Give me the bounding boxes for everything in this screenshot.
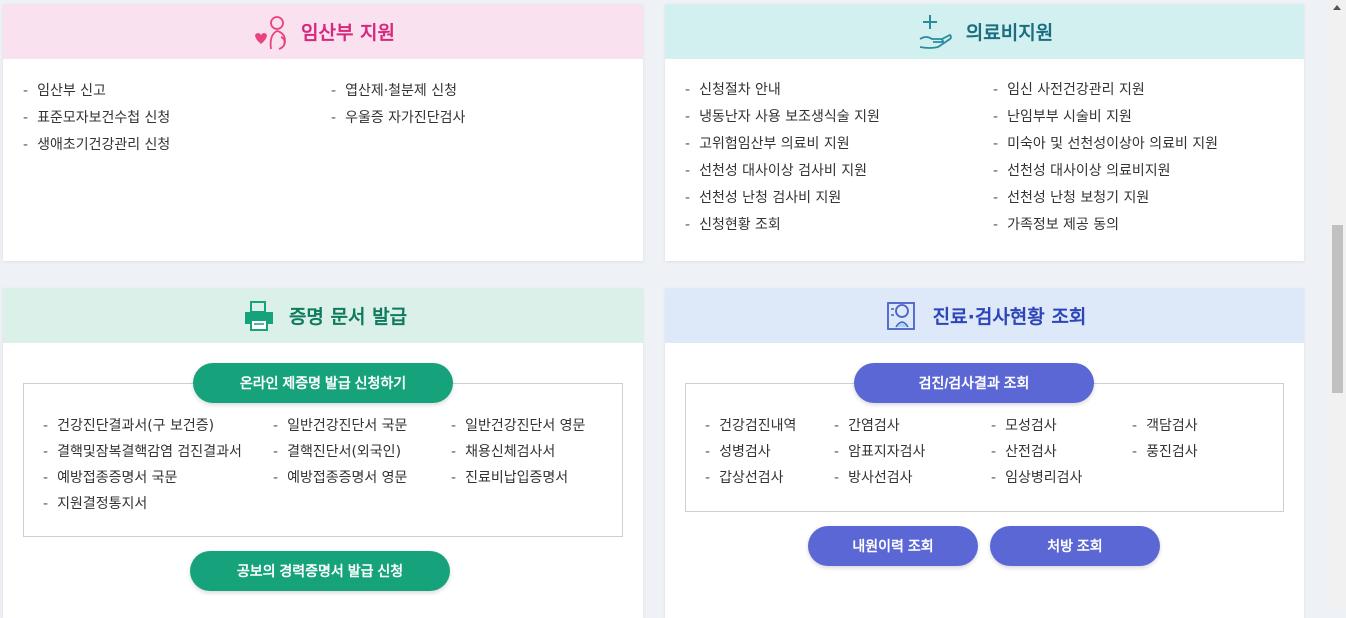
list-item-link[interactable]: 냉동난자 사용 보조생식술 지원 [685,104,880,131]
certificate-list-col3: 일반건강진단서 영문채용신체검사서진료비납입증명서 [451,413,585,491]
list-item-link[interactable]: 선천성 난청 검사비 지원 [685,185,880,212]
list-item-link[interactable]: 갑상선검사 [705,465,796,491]
list-item-link[interactable]: 가족정보 제공 동의 [993,212,1218,239]
list-item-link[interactable]: 일반건강진단서 국문 [273,413,407,439]
list-item-link[interactable]: 풍진검사 [1132,439,1198,465]
card-title: 증명 문서 발급 [288,306,408,328]
list-item-link[interactable]: 임산부 신고 [23,78,170,105]
certificate-list-col2: 일반건강진단서 국문결핵진단서(외국인)예방접종증명서 영문 [273,413,407,491]
list-item-link[interactable]: 건강검진내역 [705,413,796,439]
document-search-icon [883,296,923,336]
checkup-results-query-button[interactable]: 검진/검사결과 조회 [854,363,1094,403]
list-item-link[interactable]: 선천성 난청 보청기 지원 [993,185,1218,212]
printer-icon [239,296,279,336]
list-item-link[interactable]: 우울증 자가진단검사 [331,105,465,132]
list-item-link[interactable]: 모성검사 [991,413,1082,439]
medical-support-card: 의료비지원 신청절차 안내냉동난자 사용 보조생식술 지원고위험임산부 의료비 … [665,4,1304,261]
exam-results-card: 진료·검사현황 조회 검진/검사결과 조회 건강검진내역성병검사갑상선검사 간염… [665,288,1304,618]
exam-list-col4: 객담검사풍진검사 [1132,413,1198,465]
scroll-up-arrow-icon[interactable] [1333,5,1341,10]
list-item-link[interactable]: 표준모자보건수첩 신청 [23,105,170,132]
list-item-link[interactable]: 선천성 대사이상 의료비지원 [993,158,1218,185]
exam-results-header: 진료·검사현황 조회 [665,288,1304,343]
list-item-link[interactable]: 임신 사전건강관리 지원 [993,77,1218,104]
list-item-link[interactable]: 간염검사 [834,413,925,439]
exam-list-col3: 모성검사산전검사임상병리검사 [991,413,1082,491]
list-item-link[interactable]: 채용신체검사서 [451,439,585,465]
card-title: 의료비지원 [965,22,1054,44]
medical-list-col2: 임신 사전건강관리 지원난임부부 시술비 지원미숙아 및 선천성이상아 의료비 … [993,77,1218,239]
list-item-link[interactable]: 생애초기건강관리 신청 [23,132,170,159]
pregnant-woman-icon [251,12,291,52]
list-item-link[interactable]: 지원결정통지서 [43,491,242,517]
scrollbar-thumb[interactable] [1332,225,1343,393]
visit-history-button[interactable]: 내원이력 조회 [808,526,978,566]
certificate-header: 증명 문서 발급 [3,288,643,343]
list-item-link[interactable]: 선천성 대사이상 검사비 지원 [685,158,880,185]
medical-list-col1: 신청절차 안내냉동난자 사용 보조생식술 지원고위험임산부 의료비 지원선천성 … [685,77,880,239]
online-certificate-apply-button[interactable]: 온라인 제증명 발급 신청하기 [193,363,453,403]
list-item-link[interactable]: 고위험임산부 의료비 지원 [685,131,880,158]
list-item-link[interactable]: 미숙아 및 선천성이상아 의료비 지원 [993,131,1218,158]
list-item-link[interactable]: 진료비납입증명서 [451,465,585,491]
list-item-link[interactable]: 성병검사 [705,439,796,465]
list-item-link[interactable]: 건강진단결과서(구 보건증) [43,413,242,439]
exam-list-col2: 간염검사암표지자검사방사선검사 [834,413,925,491]
list-item-link[interactable]: 산전검사 [991,439,1082,465]
list-item-link[interactable]: 난임부부 시술비 지원 [993,104,1218,131]
public-doctor-career-certificate-button[interactable]: 공보의 경력증명서 발급 신청 [190,551,450,591]
pregnancy-support-card: 임산부 지원 임산부 신고표준모자보건수첩 신청생애초기건강관리 신청 엽산제·… [3,4,643,261]
pregnancy-support-header: 임산부 지원 [3,4,643,59]
certificate-card: 증명 문서 발급 온라인 제증명 발급 신청하기 건강진단결과서(구 보건증)결… [3,288,643,618]
certificate-list-col1: 건강진단결과서(구 보건증)결핵및잠복결핵감염 검진결과서예방접종증명서 국문지… [43,413,242,517]
list-item-link[interactable]: 결핵진단서(외국인) [273,439,407,465]
list-item-link[interactable]: 임상병리검사 [991,465,1082,491]
list-item-link[interactable]: 객담검사 [1132,413,1198,439]
card-title: 진료·검사현황 조회 [932,306,1087,328]
prescription-query-button[interactable]: 처방 조회 [990,526,1160,566]
exam-list-col1: 건강검진내역성병검사갑상선검사 [705,413,796,491]
card-title: 임산부 지원 [300,22,395,44]
medical-support-header: 의료비지원 [665,4,1304,59]
pregnancy-list-col2: 엽산제·철분제 신청우울증 자가진단검사 [331,78,465,132]
list-item-link[interactable]: 결핵및잠복결핵감염 검진결과서 [43,439,242,465]
list-item-link[interactable]: 신청절차 안내 [685,77,880,104]
list-item-link[interactable]: 엽산제·철분제 신청 [331,78,465,105]
list-item-link[interactable]: 방사선검사 [834,465,925,491]
list-item-link[interactable]: 신청현황 조회 [685,212,880,239]
list-item-link[interactable]: 예방접종증명서 국문 [43,465,242,491]
list-item-link[interactable]: 암표지자검사 [834,439,925,465]
hand-plus-icon [916,12,956,52]
list-item-link[interactable]: 예방접종증명서 영문 [273,465,407,491]
page-scrollbar[interactable] [1329,0,1346,609]
pregnancy-list-col1: 임산부 신고표준모자보건수첩 신청생애초기건강관리 신청 [23,78,170,159]
list-item-link[interactable]: 일반건강진단서 영문 [451,413,585,439]
